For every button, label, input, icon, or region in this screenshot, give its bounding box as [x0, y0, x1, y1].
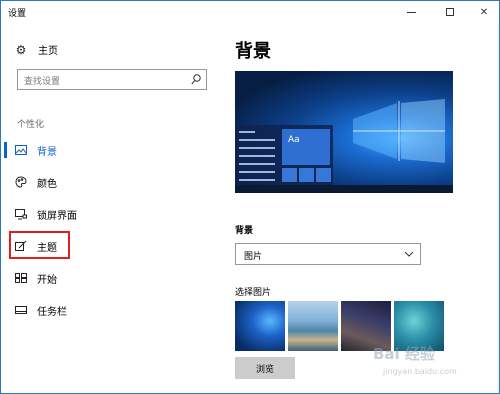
page-title: 背景: [235, 41, 271, 62]
search-placeholder: 查找设置: [24, 77, 61, 87]
sidebar-item-lock-screen[interactable]: 锁屏界面: [1, 203, 221, 225]
search-icon[interactable]: [191, 74, 201, 85]
start-tiles-icon: [15, 272, 27, 284]
sidebar-item-start[interactable]: 开始: [1, 267, 221, 289]
scrollbar[interactable]: [497, 23, 499, 393]
search-input[interactable]: 查找设置: [17, 69, 207, 90]
preview-taskbar: [235, 185, 453, 193]
sidebar-item-label: 任务栏: [37, 306, 67, 318]
chevron-down-icon: [404, 251, 414, 257]
minimize-icon: [406, 11, 416, 13]
watermark-sub: jingyan.baidu.com: [383, 367, 457, 376]
sidebar-item-background[interactable]: 背景: [1, 139, 221, 161]
background-type-select[interactable]: 图片: [235, 243, 421, 265]
background-type-value: 图片: [244, 252, 263, 262]
home-label: 主页: [38, 46, 58, 57]
picture-icon: [15, 144, 27, 156]
picture-thumbnail-1[interactable]: [235, 301, 285, 351]
watermark-logo: Bai 经验 jingyan.baidu.com: [373, 335, 495, 385]
close-button[interactable]: ✕: [469, 1, 499, 23]
preview-start-menu: Aa: [235, 125, 333, 193]
palette-icon: [15, 176, 27, 188]
maximize-icon: [446, 8, 454, 16]
browse-button[interactable]: 浏览: [235, 357, 295, 379]
gear-icon: ⚙: [15, 42, 27, 57]
title-bar: 设置 ✕: [1, 1, 499, 23]
minimize-button[interactable]: [396, 1, 426, 23]
annotation-highlight-box: [9, 231, 70, 259]
maximize-button[interactable]: [435, 1, 465, 23]
sidebar-item-label: 背景: [37, 146, 57, 158]
watermark-text: Bai 经验: [373, 345, 435, 363]
preview-app-list: [239, 131, 275, 187]
monitor-lock-icon: [15, 208, 27, 220]
section-label-personalization: 个性化: [17, 120, 45, 130]
sidebar-item-label: 开始: [37, 274, 57, 286]
preview-tile-aa: Aa: [282, 129, 330, 165]
preview-window-logo: [353, 99, 445, 163]
settings-window: 设置 ✕ ⚙ 主页 查找设置 个性化 背景 颜色 锁屏界面 主题 开始 任务栏 …: [0, 0, 500, 394]
window-title: 设置: [8, 9, 27, 19]
sidebar-item-label: 锁屏界面: [37, 210, 77, 222]
sidebar-item-colors[interactable]: 颜色: [1, 171, 221, 193]
sidebar-item-label: 颜色: [37, 178, 57, 190]
picture-thumbnail-2[interactable]: [288, 301, 338, 351]
background-preview: Aa: [235, 71, 453, 193]
close-icon: ✕: [479, 6, 489, 18]
choose-picture-label: 选择图片: [235, 288, 272, 298]
background-type-label: 背景: [235, 226, 254, 236]
sidebar: ⚙ 主页 查找设置 个性化 背景 颜色 锁屏界面 主题 开始 任务栏: [1, 23, 221, 393]
sidebar-item-taskbar[interactable]: 任务栏: [1, 299, 221, 321]
taskbar-icon: [15, 304, 27, 316]
home-link[interactable]: ⚙ 主页: [15, 42, 58, 58]
